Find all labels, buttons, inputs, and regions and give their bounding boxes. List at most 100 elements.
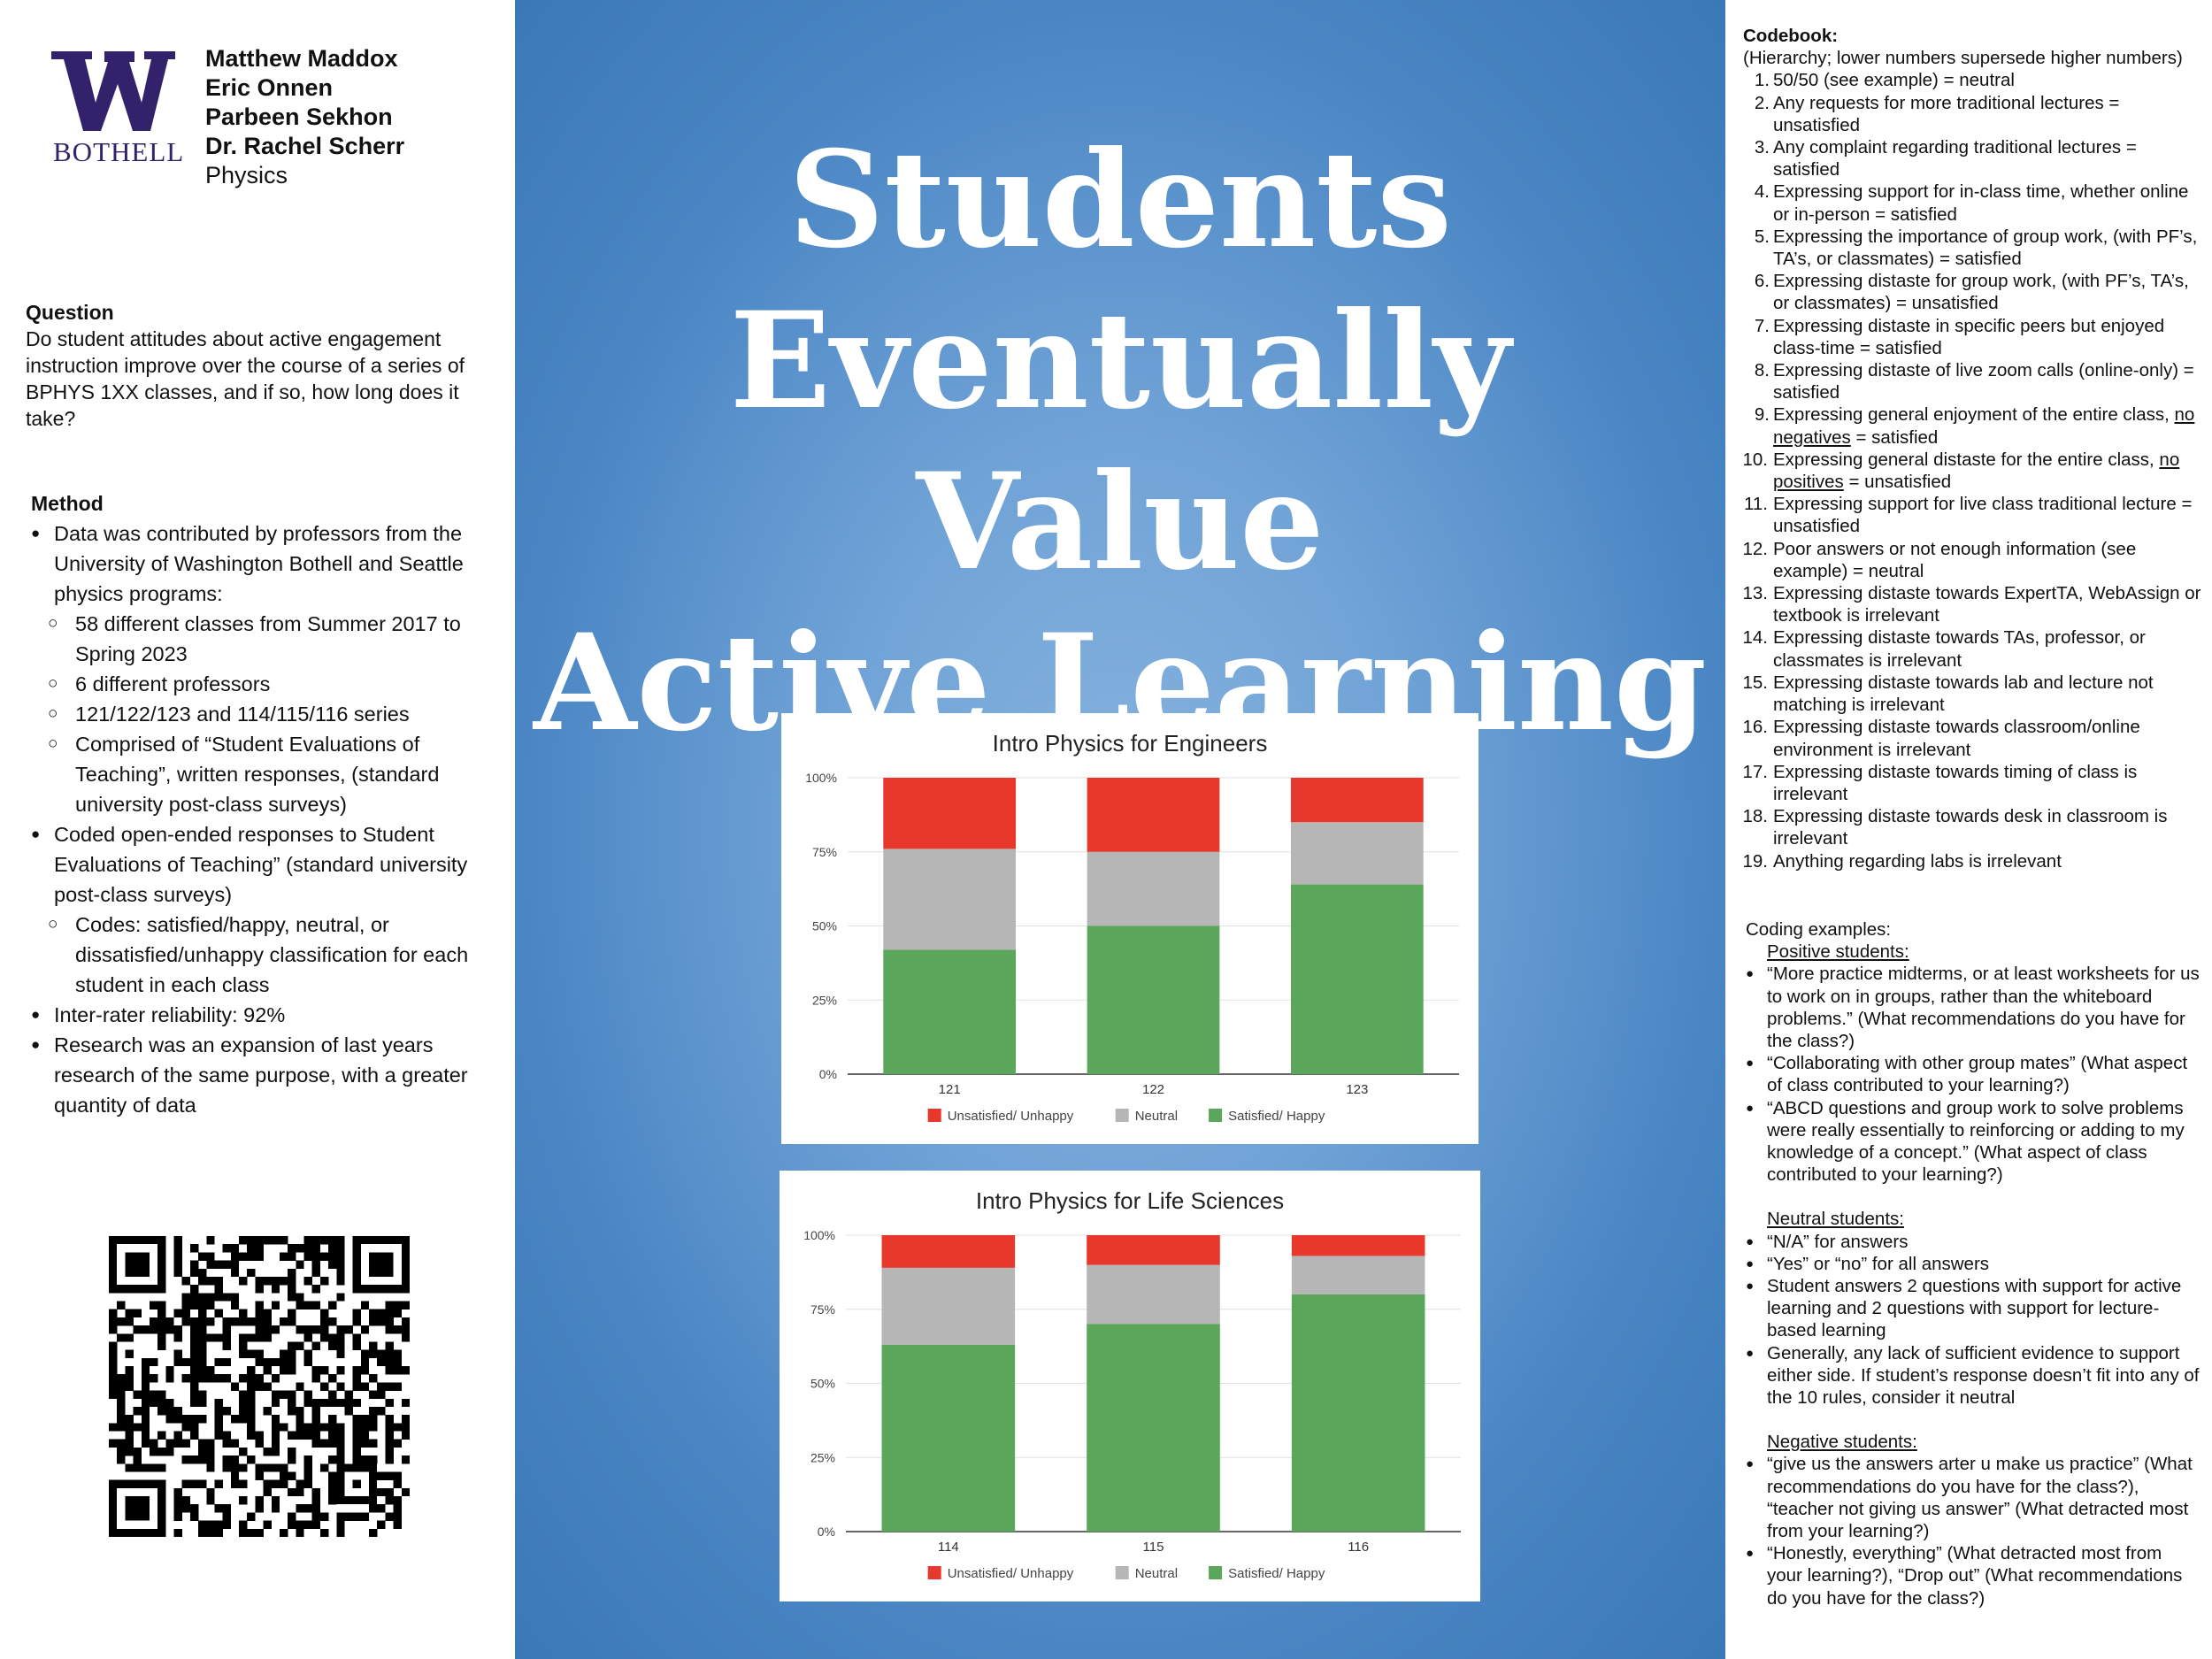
qr-module <box>189 1423 199 1432</box>
qr-module <box>336 1333 345 1342</box>
qr-module <box>117 1398 126 1408</box>
codebook-item-number: 18. <box>1742 806 1769 827</box>
qr-module <box>328 1390 337 1399</box>
qr-module <box>263 1317 272 1326</box>
qr-module <box>173 1268 182 1278</box>
qr-module <box>222 1244 232 1253</box>
logo-text: BOTHELL <box>53 136 185 167</box>
qr-module <box>352 1512 362 1521</box>
qr-module <box>230 1471 240 1480</box>
question-section: Question Do student attitudes about acti… <box>26 299 486 432</box>
qr-module <box>336 1252 345 1261</box>
poster-title: Students Eventually Value Active Learnin… <box>515 119 1725 764</box>
qr-module <box>206 1439 215 1448</box>
qr-module <box>288 1349 296 1359</box>
method-section: Method Data was contributed by professor… <box>31 488 491 1120</box>
qr-module <box>328 1236 337 1245</box>
qr-module <box>255 1301 264 1310</box>
qr-module <box>288 1471 296 1480</box>
qr-module <box>230 1268 240 1278</box>
qr-module <box>319 1423 329 1432</box>
qr-module <box>296 1504 304 1513</box>
qr-module <box>239 1374 248 1383</box>
qr-module <box>157 1333 166 1342</box>
qr-module <box>247 1455 256 1464</box>
codebook-item: 18. Expressing distaste towards desk in c… <box>1743 805 2203 849</box>
qr-module <box>141 1374 150 1383</box>
qr-module <box>198 1293 207 1302</box>
codebook-item: 17. Expressing distaste towards timing of… <box>1743 761 2203 805</box>
qr-module <box>319 1528 329 1537</box>
qr-module <box>336 1366 345 1375</box>
qr-module <box>181 1317 191 1326</box>
qr-module <box>352 1341 362 1350</box>
y-tick-label: 75% <box>810 1302 835 1317</box>
codebook-heading: Codebook: <box>1743 26 1839 46</box>
qr-module <box>328 1260 337 1269</box>
qr-module <box>311 1341 321 1350</box>
qr-code-icon[interactable] <box>109 1236 410 1537</box>
codebook-item: 6. Expressing distaste for group work, (w… <box>1743 270 2203 314</box>
qr-module <box>109 1317 118 1326</box>
qr-module <box>189 1357 199 1367</box>
qr-module <box>328 1333 337 1342</box>
qr-module <box>141 1406 150 1416</box>
qr-module <box>173 1512 182 1521</box>
qr-module <box>296 1487 304 1497</box>
qr-module <box>311 1268 321 1278</box>
qr-module <box>173 1252 182 1261</box>
qr-module <box>279 1252 288 1261</box>
qr-module <box>303 1236 312 1245</box>
qr-module <box>311 1487 321 1497</box>
stacked-bar-chart: Intro Physics for Life Sciences 0% 25% 50% 7… <box>803 1187 1461 1581</box>
qr-module <box>288 1366 296 1375</box>
qr-module <box>319 1439 329 1448</box>
qr-module <box>206 1301 215 1310</box>
qr-module <box>189 1415 199 1424</box>
qr-module <box>189 1366 199 1375</box>
list-item: 6 different professors <box>31 669 491 699</box>
codebook-item-number: 12. <box>1742 538 1769 559</box>
qr-module <box>352 1366 362 1375</box>
qr-module <box>109 1374 118 1383</box>
qr-module <box>296 1325 304 1334</box>
qr-module <box>239 1447 248 1456</box>
qr-module <box>385 1349 394 1359</box>
codebook-item-text: Expressing distaste in specific peers bu… <box>1773 315 2165 358</box>
qr-module <box>360 1455 370 1464</box>
qr-module <box>173 1260 182 1269</box>
qr-module <box>336 1423 345 1432</box>
qr-module <box>393 1423 402 1432</box>
qr-module <box>198 1268 207 1278</box>
qr-module <box>230 1415 240 1424</box>
qr-module <box>401 1366 410 1375</box>
qr-module <box>230 1244 240 1253</box>
qr-module <box>303 1357 312 1367</box>
qr-module <box>311 1260 321 1269</box>
qr-module <box>247 1366 256 1375</box>
qr-module <box>181 1455 191 1464</box>
qr-module <box>189 1374 199 1383</box>
qr-module <box>271 1423 280 1432</box>
qr-module <box>239 1479 248 1489</box>
qr-module <box>133 1325 142 1334</box>
qr-module <box>352 1398 362 1408</box>
qr-module <box>239 1398 248 1408</box>
qr-module <box>239 1317 248 1326</box>
codebook-item-text: = unsatisfied <box>1843 472 1952 493</box>
qr-module <box>117 1447 126 1456</box>
qr-module <box>198 1317 207 1326</box>
qr-module <box>198 1366 207 1375</box>
qr-module <box>214 1374 223 1383</box>
question-text: Do student attitudes about active engage… <box>26 327 465 430</box>
codebook-item-number: 2. <box>1754 92 1770 113</box>
qr-module <box>369 1455 378 1464</box>
qr-module <box>288 1285 296 1294</box>
codebook-item: 8. Expressing distaste of live zoom calls… <box>1743 359 2203 403</box>
qr-module <box>385 1317 394 1326</box>
qr-module <box>279 1463 288 1472</box>
qr-module <box>247 1374 256 1383</box>
qr-module <box>189 1244 199 1253</box>
qr-module <box>222 1317 232 1326</box>
